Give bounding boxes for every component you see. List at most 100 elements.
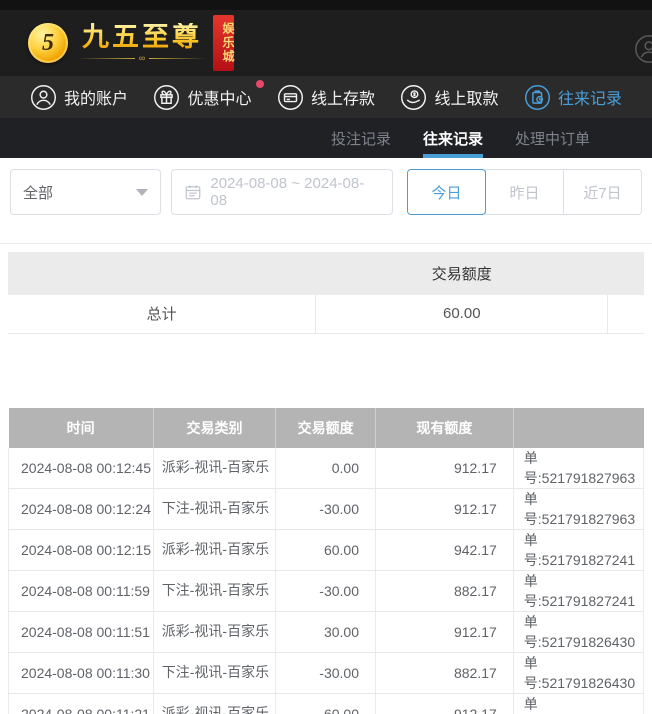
table-row: 2024-08-08 00:12:45 派彩-视讯-百家乐 0.00 912.1… [9, 448, 644, 489]
page: 5 九五至尊 ∞ 娱乐城 我的账户 [0, 0, 652, 714]
cell-amount: 0.00 [276, 448, 376, 489]
yesterday-button[interactable]: 昨日 [485, 169, 564, 215]
summary-total-label: 总计 [8, 295, 316, 333]
tab-label: 处理中订单 [515, 128, 590, 149]
table-row: 2024-08-08 00:11:30 下注-视讯-百家乐 -30.00 882… [9, 652, 644, 693]
subnav: 投注记录 往来记录 处理中订单 [0, 118, 652, 158]
cell-time: 2024-08-08 00:11:59 [9, 570, 154, 611]
col-header-time: 时间 [9, 408, 154, 448]
brand-coin-icon: 5 [28, 23, 68, 63]
date-range-input[interactable]: 2024-08-08 ~ 2024-08-08 [171, 169, 393, 215]
cell-amount: -30.00 [276, 652, 376, 693]
cell-amount: -30.00 [276, 488, 376, 529]
withdraw-circle-icon [400, 84, 427, 111]
tab-label: 往来记录 [423, 128, 483, 149]
site-header: 5 九五至尊 ∞ 娱乐城 [0, 10, 652, 76]
summary-total-row: 总计 60.00 [8, 295, 644, 333]
cell-balance: 882.17 [376, 652, 514, 693]
records-table: 时间 交易类别 交易额度 现有额度 2024-08-08 00:12:45 派彩… [8, 408, 644, 714]
table-row: 2024-08-08 00:12:15 派彩-视讯-百家乐 60.00 942.… [9, 529, 644, 570]
brand-logo[interactable]: 5 九五至尊 ∞ 娱乐城 [28, 15, 234, 71]
cell-type: 下注-视讯-百家乐 [153, 652, 276, 693]
nav-item-transactions[interactable]: 往来记录 [524, 84, 622, 111]
nav-item-promotions[interactable]: 优惠中心 [153, 84, 251, 111]
cell-time: 2024-08-08 00:12:15 [9, 529, 154, 570]
cell-type: 派彩-视讯-百家乐 [153, 693, 276, 714]
cell-balance: 912.17 [376, 448, 514, 489]
cell-time: 2024-08-08 00:11:30 [9, 652, 154, 693]
table-row: 2024-08-08 00:12:24 下注-视讯-百家乐 -30.00 912… [9, 488, 644, 529]
col-header-amount: 交易额度 [276, 408, 376, 448]
divider [0, 243, 652, 244]
nav-item-label: 往来记录 [558, 85, 622, 109]
cell-balance: 942.17 [376, 529, 514, 570]
chevron-down-icon [136, 189, 148, 196]
type-select-value: 全部 [23, 182, 53, 203]
cell-order: 单号:521791826430 [513, 611, 643, 652]
records-header-row: 时间 交易类别 交易额度 现有额度 [9, 408, 644, 448]
type-select[interactable]: 全部 [10, 169, 161, 215]
nav-item-label: 我的账户 [64, 85, 128, 109]
brand-text-block: 九五至尊 ∞ [77, 23, 207, 63]
cell-type: 派彩-视讯-百家乐 [153, 448, 276, 489]
quick-range-group: 今日 昨日 近7日 [407, 169, 642, 215]
col-header-type: 交易类别 [153, 408, 276, 448]
notification-dot [256, 80, 264, 88]
nav-item-withdraw[interactable]: 线上取款 [400, 84, 498, 111]
table-row: 2024-08-08 00:11:51 派彩-视讯-百家乐 30.00 912.… [9, 611, 644, 652]
brand-badge: 娱乐城 [213, 15, 234, 71]
nav-item-deposit[interactable]: 线上存款 [277, 84, 375, 111]
cell-time: 2024-08-08 00:12:45 [9, 448, 154, 489]
nav-item-label: 优惠中心 [187, 85, 251, 109]
nav-item-label: 线上取款 [434, 85, 498, 109]
today-button[interactable]: 今日 [407, 169, 486, 215]
summary-total-empty [608, 295, 644, 333]
cell-order: 单号:521791827963 [513, 488, 643, 529]
top-strip [0, 0, 652, 10]
cell-balance: 882.17 [376, 570, 514, 611]
cell-type: 派彩-视讯-百家乐 [153, 611, 276, 652]
cell-balance: 912.17 [376, 693, 514, 714]
cell-type: 派彩-视讯-百家乐 [153, 529, 276, 570]
cell-balance: 912.17 [376, 611, 514, 652]
summary-table: 交易额度 总计 60.00 [8, 252, 644, 334]
cell-amount: 60.00 [276, 693, 376, 714]
main-nav: 我的账户 优惠中心 线上存款 [0, 76, 652, 118]
cell-time: 2024-08-08 00:11:51 [9, 611, 154, 652]
filter-bar: 全部 2024-08-08 ~ 2024-08-08 今日 昨日 近7日 [0, 158, 652, 215]
nav-item-my-account[interactable]: 我的账户 [30, 84, 128, 111]
brand-title: 九五至尊 [82, 23, 202, 53]
tab-pending-orders[interactable]: 处理中订单 [515, 118, 590, 158]
summary-header-row: 交易额度 [8, 252, 644, 295]
summary-header-empty2 [608, 252, 644, 295]
user-avatar-icon[interactable] [634, 34, 652, 64]
tab-bet-records[interactable]: 投注记录 [331, 118, 391, 158]
col-header-balance: 现有额度 [376, 408, 514, 448]
cell-type: 下注-视讯-百家乐 [153, 570, 276, 611]
summary-header-amount: 交易额度 [316, 252, 608, 295]
user-circle-icon [30, 84, 57, 111]
summary-total-value: 60.00 [316, 295, 608, 333]
brand-flourish-icon: ∞ [77, 54, 207, 63]
records-circle-icon [524, 84, 551, 111]
cell-amount: -30.00 [276, 570, 376, 611]
cell-amount: 30.00 [276, 611, 376, 652]
tab-label: 投注记录 [331, 128, 391, 149]
cell-order: 单号:521791827241 [513, 570, 643, 611]
table-row: 2024-08-08 00:11:59 下注-视讯-百家乐 -30.00 882… [9, 570, 644, 611]
col-header-order [513, 408, 643, 448]
table-row: 2024-08-08 00:11:21 派彩-视讯-百家乐 60.00 912.… [9, 693, 644, 714]
cell-order: 单号:521791826430 [513, 652, 643, 693]
tab-transaction-records[interactable]: 往来记录 [423, 118, 483, 158]
cell-amount: 60.00 [276, 529, 376, 570]
last7days-button[interactable]: 近7日 [563, 169, 642, 215]
date-range-value: 2024-08-08 ~ 2024-08-08 [210, 175, 380, 209]
cell-order: 单号:521791825539 [513, 693, 643, 714]
cell-order: 单号:521791827963 [513, 448, 643, 489]
summary-header-empty [8, 252, 316, 295]
cell-time: 2024-08-08 00:11:21 [9, 693, 154, 714]
cell-time: 2024-08-08 00:12:24 [9, 488, 154, 529]
cell-balance: 912.17 [376, 488, 514, 529]
deposit-circle-icon [277, 84, 304, 111]
nav-item-label: 线上存款 [311, 85, 375, 109]
